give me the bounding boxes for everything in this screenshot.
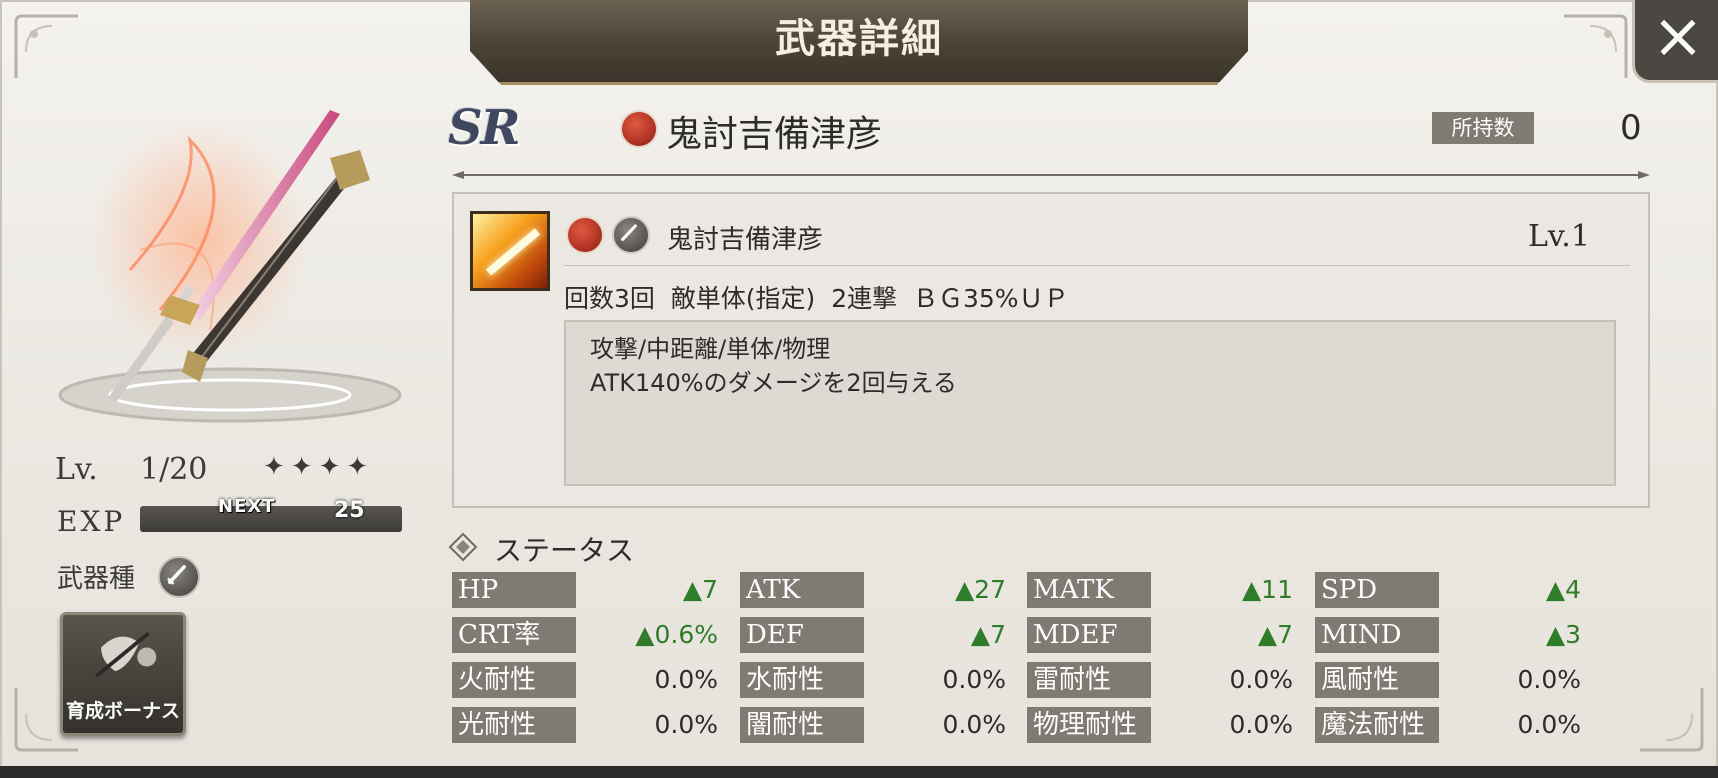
weapon-illustration <box>40 100 420 430</box>
stat-label: 火耐性 <box>452 662 576 698</box>
skill-desc-line: ATK140%のダメージを2回与える <box>590 369 957 397</box>
stat-value: 0.0% <box>654 665 718 694</box>
sword-type-icon <box>158 556 200 598</box>
weapon-type-label: 武器種 <box>57 564 136 594</box>
stat-label: 雷耐性 <box>1027 662 1151 698</box>
close-button[interactable]: × <box>1632 0 1718 83</box>
stat-value: 0.0% <box>942 710 1006 739</box>
skill-icon <box>470 211 550 291</box>
corner-ornament-icon <box>1636 684 1706 754</box>
stat-label: DEF <box>740 617 864 653</box>
stat-cell: 闇耐性 0.0% <box>740 707 1006 743</box>
sword-type-icon <box>612 216 650 254</box>
stat-value: 0.0% <box>1517 710 1581 739</box>
stat-cell: 魔法耐性 0.0% <box>1315 707 1581 743</box>
stat-cell: MDEF ▲7 <box>1027 617 1293 653</box>
stat-value: ▲7 <box>1257 620 1293 649</box>
stat-label: MATK <box>1027 572 1151 608</box>
stat-cell: 水耐性 0.0% <box>740 662 1006 698</box>
stat-cell: 雷耐性 0.0% <box>1027 662 1293 698</box>
stat-cell: ATK ▲27 <box>740 572 1006 608</box>
corner-ornament-icon <box>1560 12 1630 82</box>
next-label: NEXT <box>218 496 276 517</box>
fire-element-icon <box>620 110 658 148</box>
stat-label: ATK <box>740 572 864 608</box>
skill-description: 攻撃/中距離/単体/物理 ATK140%のダメージを2回与える <box>590 332 957 400</box>
skill-summary: 回数3回 敵単体(指定) 2連撃 ＢＧ35%ＵＰ <box>564 284 1069 313</box>
stat-value: ▲11 <box>1241 575 1293 604</box>
rarity-badge: SR <box>448 100 521 156</box>
stat-value: 0.0% <box>654 710 718 739</box>
section-divider <box>452 165 1650 179</box>
limit-break-stars: ✦✦✦✦ <box>263 452 375 482</box>
stat-value: ▲4 <box>1545 575 1581 604</box>
status-title: ステータス <box>494 534 635 567</box>
stat-cell: 物理耐性 0.0% <box>1027 707 1293 743</box>
stat-cell: 光耐性 0.0% <box>452 707 718 743</box>
next-exp-value: 25 <box>334 498 365 523</box>
stat-label: 闇耐性 <box>740 707 864 743</box>
bonus-item-icon <box>95 631 157 678</box>
training-bonus-label: 育成ボーナス <box>65 700 180 722</box>
stat-label: HP <box>452 572 576 608</box>
stat-value: ▲7 <box>970 620 1006 649</box>
exp-label: EXP <box>57 505 126 538</box>
skill-desc-line: 攻撃/中距離/単体/物理 <box>590 335 831 363</box>
stat-cell: HP ▲7 <box>452 572 718 608</box>
stat-label: SPD <box>1315 572 1439 608</box>
stat-label: 光耐性 <box>452 707 576 743</box>
stat-label: 物理耐性 <box>1027 707 1151 743</box>
stat-cell: DEF ▲7 <box>740 617 1006 653</box>
stat-value: ▲0.6% <box>635 620 718 649</box>
stat-cell: MIND ▲3 <box>1315 617 1581 653</box>
page-title: 武器詳細 <box>775 16 943 62</box>
stat-value: ▲27 <box>954 575 1006 604</box>
stat-label: 風耐性 <box>1315 662 1439 698</box>
status-icon <box>448 532 478 562</box>
stat-value: ▲7 <box>682 575 718 604</box>
owned-count-label: 所持数 <box>1432 112 1534 144</box>
level-label: Lv. <box>55 452 98 487</box>
weapon-name: 鬼討吉備津彦 <box>666 114 883 155</box>
stat-label: MIND <box>1315 617 1439 653</box>
stat-cell: 火耐性 0.0% <box>452 662 718 698</box>
corner-ornament-icon <box>12 12 82 82</box>
bottom-strip <box>0 766 1718 778</box>
training-bonus-button[interactable]: 育成ボーナス <box>60 612 186 736</box>
skill-level: Lv.1 <box>1528 219 1590 254</box>
owned-count-value: 0 <box>1620 108 1642 148</box>
stat-label: MDEF <box>1027 617 1151 653</box>
stat-value: 0.0% <box>942 665 1006 694</box>
stat-cell: SPD ▲4 <box>1315 572 1581 608</box>
stat-cell: MATK ▲11 <box>1027 572 1293 608</box>
stat-cell: CRT率 ▲0.6% <box>452 617 718 653</box>
stat-value: 0.0% <box>1229 710 1293 739</box>
stat-label: CRT率 <box>452 617 576 653</box>
skill-separator <box>564 265 1630 266</box>
skill-name: 鬼討吉備津彦 <box>667 225 824 255</box>
close-icon: × <box>1652 0 1704 72</box>
stat-label: 水耐性 <box>740 662 864 698</box>
stat-label: 魔法耐性 <box>1315 707 1439 743</box>
level-value: 1/20 <box>140 452 208 487</box>
stat-value: 0.0% <box>1517 665 1581 694</box>
stat-value: 0.0% <box>1229 665 1293 694</box>
stat-cell: 風耐性 0.0% <box>1315 662 1581 698</box>
fire-element-icon <box>566 216 604 254</box>
stat-value: ▲3 <box>1545 620 1581 649</box>
